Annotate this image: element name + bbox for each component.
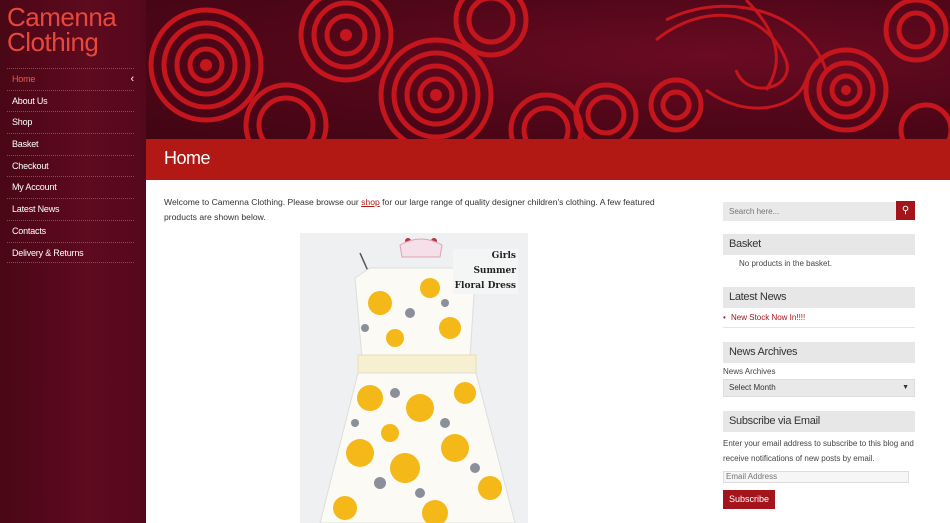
basket-empty-text: No products in the basket. xyxy=(739,259,832,268)
intro-text: Welcome to Camenna Clothing. Please brow… xyxy=(164,195,664,225)
product-label-line: Girls xyxy=(491,251,516,261)
basket-widget-title: Basket xyxy=(723,234,915,255)
subscribe-widget-title: Subscribe via Email xyxy=(723,411,915,432)
nav-item-basket[interactable]: Basket xyxy=(7,133,134,155)
nav-label: Latest News xyxy=(12,204,60,215)
nav-item-about-us[interactable]: About Us xyxy=(7,89,134,112)
subscribe-description: Enter your email address to subscribe to… xyxy=(723,439,914,463)
nav-label: Shop xyxy=(12,117,33,128)
search-button[interactable]: ⚲ xyxy=(896,201,915,220)
nav-item-checkout[interactable]: Checkout xyxy=(7,154,134,177)
page: Camenna Clothing Home ‹ About Us Shop Bas… xyxy=(0,0,950,523)
main-nav: Home ‹ About Us Shop Basket Checkout My A… xyxy=(7,68,134,264)
news-item-link[interactable]: New Stock Now In!!!! xyxy=(723,310,915,326)
intro-text-before: Welcome to Camenna Clothing. Please brow… xyxy=(164,197,362,207)
subscribe-button[interactable]: Subscribe xyxy=(723,490,776,509)
right-sidebar: ⚲ Basket No products in the basket. Late… xyxy=(723,201,915,509)
nav-item-shop[interactable]: Shop xyxy=(7,111,134,133)
page-title-bar: Home xyxy=(146,139,950,180)
nav-item-contacts[interactable]: Contacts xyxy=(7,219,134,242)
archives-label: News Archives xyxy=(723,367,776,376)
email-field[interactable] xyxy=(723,470,909,483)
nav-label: My Account xyxy=(12,182,57,193)
nav-item-home[interactable]: Home ‹ xyxy=(7,68,134,90)
archives-select-value: Select Month xyxy=(729,383,776,392)
shop-link[interactable]: shop xyxy=(361,197,380,207)
dropdown-arrow-icon: ▼ xyxy=(902,384,909,391)
search-form: ⚲ xyxy=(723,201,915,221)
site-logo[interactable]: Camenna Clothing xyxy=(7,4,117,57)
news-archives-widget-title: News Archives xyxy=(723,342,915,363)
header-banner xyxy=(146,0,950,139)
search-input[interactable] xyxy=(723,202,896,221)
nav-label: Home xyxy=(12,74,36,84)
nav-item-latest-news[interactable]: Latest News xyxy=(7,198,134,220)
archives-month-select[interactable]: Select Month ▼ xyxy=(723,379,915,397)
featured-product-image[interactable]: Girls Summer Floral Dress xyxy=(300,233,528,523)
banner-circles-decoration xyxy=(148,0,950,139)
nav-label: Checkout xyxy=(12,160,49,171)
search-icon: ⚲ xyxy=(901,205,910,216)
nav-label: Basket xyxy=(12,139,39,150)
product-label: Girls Summer Floral Dress xyxy=(452,249,518,294)
nav-label: Delivery & Returns xyxy=(12,247,84,258)
nav-item-my-account[interactable]: My Account xyxy=(7,176,134,198)
nav-label: Contacts xyxy=(12,225,46,236)
page-title: Home xyxy=(164,148,211,168)
nav-label: About Us xyxy=(12,95,48,106)
left-sidebar: Camenna Clothing Home ‹ About Us Shop Bas… xyxy=(0,0,146,523)
nav-item-delivery-returns[interactable]: Delivery & Returns xyxy=(7,241,134,264)
product-label-line: Floral Dress xyxy=(454,281,516,291)
chevron-left-icon: ‹ xyxy=(130,73,135,85)
logo-line-2: Clothing xyxy=(7,27,99,57)
latest-news-widget-title: Latest News xyxy=(723,287,915,308)
product-label-line: Summer xyxy=(473,266,516,276)
